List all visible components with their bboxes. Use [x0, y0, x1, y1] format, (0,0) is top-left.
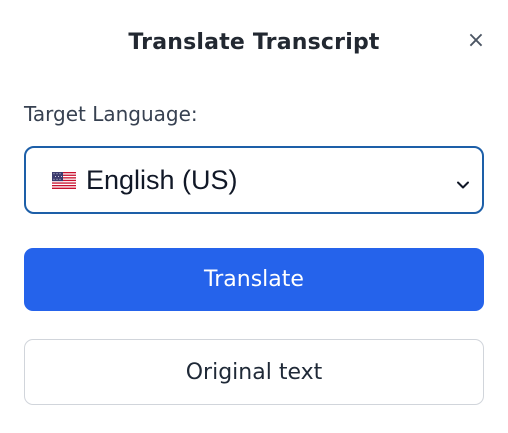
close-icon[interactable]: × [466, 30, 486, 52]
translate-button[interactable]: Translate [24, 248, 484, 311]
target-language-label: Target Language: [24, 102, 198, 126]
target-language-select[interactable]: English (US) [24, 146, 484, 214]
us-flag-icon [52, 171, 76, 189]
chevron-down-icon [456, 175, 470, 189]
dialog-title: Translate Transcript [128, 30, 380, 55]
translate-dialog: Translate Transcript × Target Language: [0, 0, 508, 433]
selected-language: English (US) [86, 164, 238, 195]
original-text-button[interactable]: Original text [24, 339, 484, 405]
